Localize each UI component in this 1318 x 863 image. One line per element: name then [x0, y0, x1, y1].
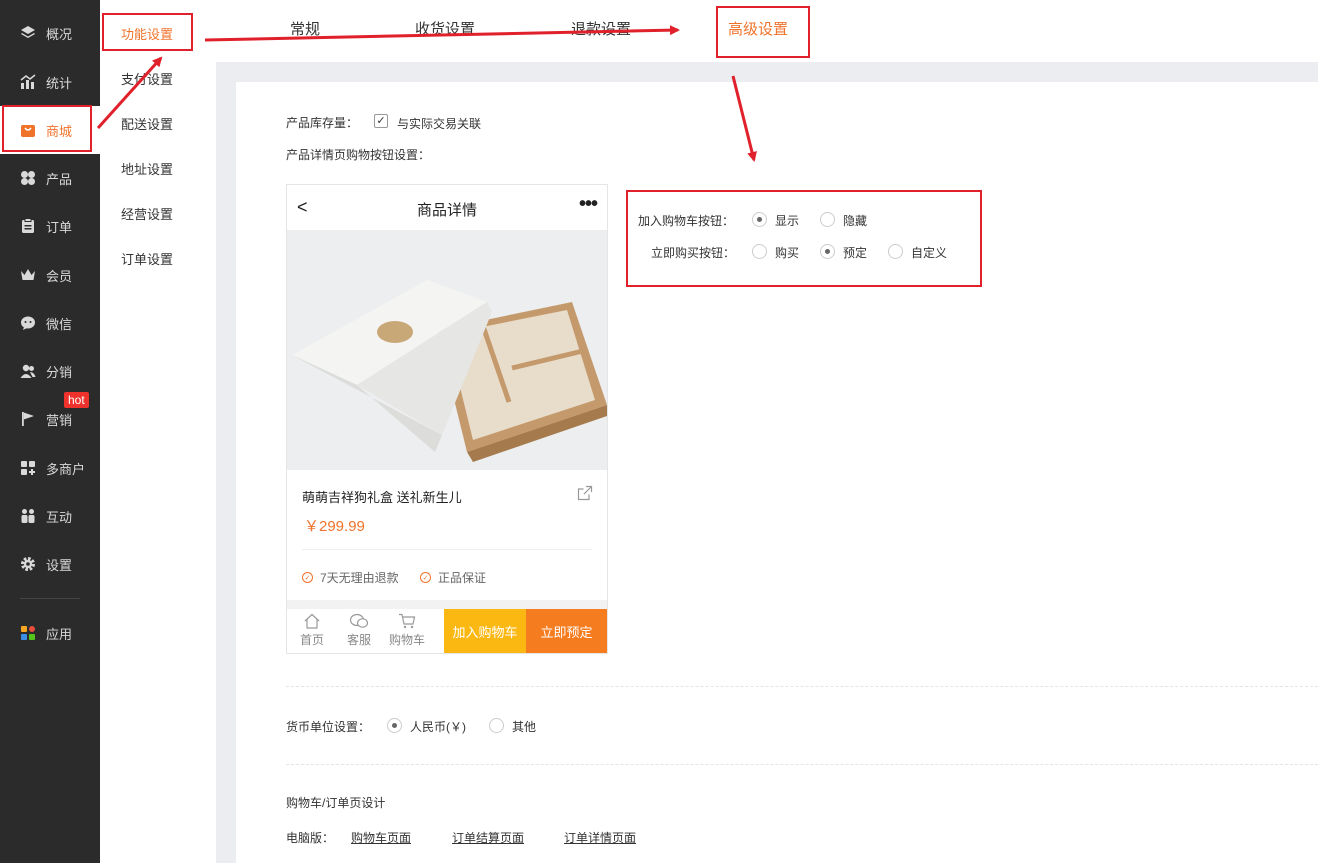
- sidebar-item-label: 分销: [46, 364, 73, 380]
- cart-order-design-label: 购物车/订单页设计: [286, 796, 386, 810]
- annotation-box-advanced-tab: [716, 6, 810, 58]
- hot-badge: hot: [64, 392, 89, 408]
- sidebar-item-apps[interactable]: 应用: [0, 609, 100, 657]
- annotation-box-button-options: [626, 190, 982, 287]
- flag-icon: [20, 411, 36, 427]
- subnav-item-payment-settings[interactable]: 支付设置: [100, 56, 216, 101]
- sidebar-item-interaction[interactable]: 互动: [0, 492, 100, 540]
- apps-icon: [20, 625, 36, 641]
- customer-service-label: 客服: [346, 633, 371, 647]
- buy-button-settings-label: 产品详情页购物按钮设置：: [286, 148, 431, 162]
- sidebar-item-label: 产品: [46, 171, 73, 187]
- cart-tab-label: 购物车: [388, 633, 425, 647]
- gear-icon: [20, 556, 36, 572]
- sidebar-item-label: 设置: [46, 557, 73, 573]
- section-divider: [286, 764, 1318, 765]
- sidebar-item-overview[interactable]: 概况: [0, 9, 100, 57]
- guarantee-label: 7天无理由退款: [320, 571, 399, 585]
- product-detail-preview: < 商品详情 ••• 萌萌吉祥狗礼盒 送礼新生儿 ￥299.99 ✓ 7天无理由退…: [286, 184, 608, 654]
- subnav-item-order-settings[interactable]: 订单设置: [100, 236, 216, 281]
- guarantee-label: 正品保证: [438, 571, 487, 585]
- buy-now-button[interactable]: 立即预定: [526, 609, 607, 653]
- subnav-item-address-settings[interactable]: 地址设置: [100, 146, 216, 191]
- sidebar-item-label: 营销: [46, 412, 73, 428]
- currency-rmb-radio[interactable]: [387, 718, 402, 733]
- sidebar-item-label: 多商户: [46, 461, 86, 477]
- sidebar-item-wechat[interactable]: 微信: [0, 299, 100, 347]
- grid-icon: [20, 170, 36, 186]
- subnav-item-business-settings[interactable]: 经营设置: [100, 191, 216, 236]
- people-icon: [20, 508, 36, 524]
- sidebar-item-distribution[interactable]: 分销: [0, 347, 100, 395]
- section-divider: [286, 686, 1318, 687]
- preview-gap: [287, 600, 607, 609]
- sidebar-item-members[interactable]: 会员: [0, 251, 100, 299]
- sidebar-item-orders[interactable]: 订单: [0, 202, 100, 250]
- currency-other-radio[interactable]: [489, 718, 504, 733]
- tab-refund-settings[interactable]: 退款设置: [571, 18, 631, 39]
- sidebar-item-label: 会员: [46, 268, 73, 284]
- home-icon: [304, 613, 320, 629]
- annotation-box-function-settings: [102, 13, 193, 51]
- guarantee-authentic: ✓ 正品保证: [420, 569, 486, 586]
- pc-label: 电脑版：: [286, 831, 335, 845]
- stock-label: 产品库存量：: [286, 116, 359, 130]
- sidebar-item-label: 订单: [46, 219, 73, 235]
- sidebar-item-products[interactable]: 产品: [0, 154, 100, 202]
- sidebar-item-label: 应用: [46, 626, 73, 642]
- preview-bottom-bar: 首页 客服 购物车 加入购物车 立即预定: [287, 609, 607, 653]
- clipboard-icon: [20, 218, 36, 234]
- preview-title: 商品详情: [416, 202, 477, 219]
- sub-sidebar: 功能设置 支付设置 配送设置 地址设置 经营设置 订单设置: [100, 0, 216, 863]
- home-tab-label: 首页: [299, 633, 324, 647]
- sidebar-item-label: 统计: [46, 75, 73, 91]
- sidebar-item-stats[interactable]: 统计: [0, 58, 100, 106]
- sidebar-divider: [20, 598, 80, 599]
- tab-receiving-settings[interactable]: 收货设置: [415, 18, 475, 39]
- product-image: [287, 230, 607, 470]
- stock-checkbox-label: 与实际交易关联: [397, 117, 482, 131]
- crown-icon: [20, 267, 36, 283]
- sidebar-item-label: 概况: [46, 26, 73, 42]
- currency-label: 货币单位设置：: [286, 720, 371, 734]
- sidebar-item-label: 互动: [46, 509, 73, 525]
- chat-icon: [20, 315, 36, 331]
- sidebar-item-multi-merchant[interactable]: 多商户: [0, 444, 100, 492]
- wechat-service-icon: [349, 613, 369, 628]
- product-name: 萌萌吉祥狗礼盒 送礼新生儿: [302, 490, 462, 505]
- checkout-page-link[interactable]: 订单结算页面: [452, 829, 524, 846]
- currency-other-label: 其他: [512, 720, 537, 734]
- sidebar-item-label: 微信: [46, 316, 73, 332]
- preview-divider: [302, 549, 592, 550]
- users-icon: [20, 363, 36, 379]
- more-dots-icon: •••: [578, 193, 598, 215]
- check-circle-icon: ✓: [420, 572, 431, 583]
- tab-general[interactable]: 常规: [290, 18, 320, 39]
- chart-icon: [20, 74, 36, 90]
- check-circle-icon: ✓: [302, 572, 313, 583]
- sidebar-item-settings[interactable]: 设置: [0, 540, 100, 588]
- subnav-item-delivery-settings[interactable]: 配送设置: [100, 101, 216, 146]
- add-to-cart-button[interactable]: 加入购物车: [444, 609, 526, 653]
- home-tab[interactable]: 首页: [288, 613, 336, 648]
- store-icon: [20, 460, 36, 476]
- currency-rmb-label: 人民币(￥): [410, 720, 466, 734]
- order-detail-page-link[interactable]: 订单详情页面: [564, 829, 636, 846]
- cart-tab[interactable]: 购物车: [383, 613, 431, 648]
- layers-icon: [20, 25, 36, 41]
- guarantee-refund: ✓ 7天无理由退款: [302, 569, 399, 586]
- cart-page-link[interactable]: 购物车页面: [351, 829, 411, 846]
- annotation-box-mall: [2, 105, 92, 152]
- cart-icon: [399, 613, 416, 629]
- customer-service-tab[interactable]: 客服: [335, 613, 383, 648]
- preview-header: < 商品详情 •••: [287, 185, 607, 230]
- product-price: ￥299.99: [304, 518, 365, 535]
- stock-checkbox[interactable]: ✓: [374, 114, 388, 128]
- share-icon[interactable]: [577, 485, 593, 504]
